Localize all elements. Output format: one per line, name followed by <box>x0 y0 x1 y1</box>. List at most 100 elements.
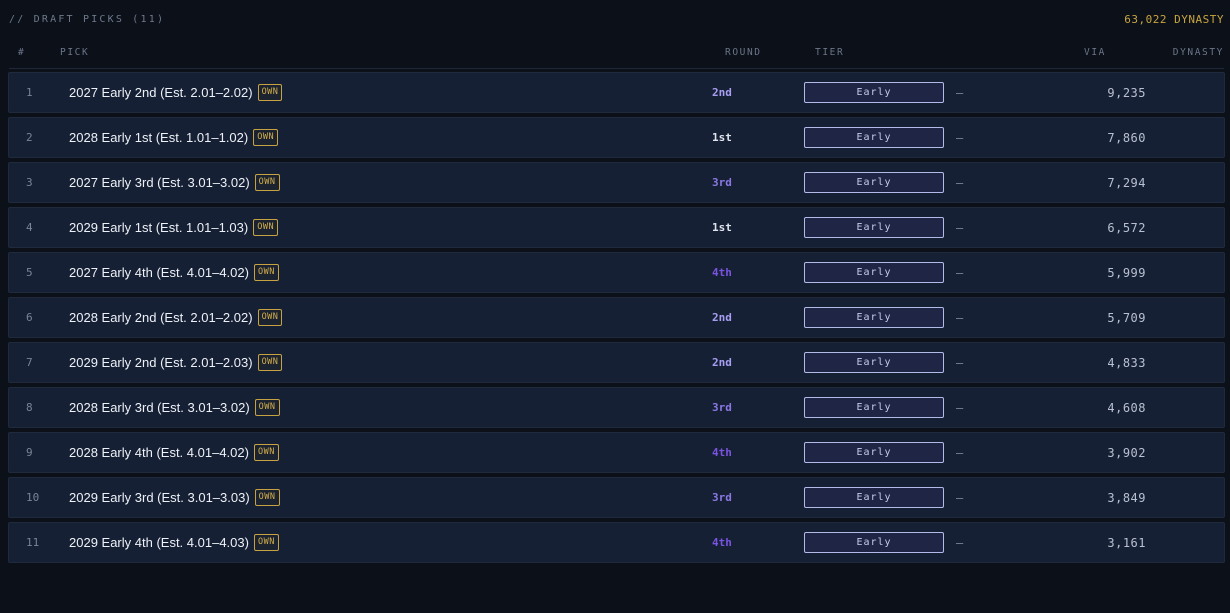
tier-badge[interactable]: Early <box>804 442 944 463</box>
via-value: — <box>956 310 964 325</box>
table-row[interactable]: 6 2028 Early 2nd (Est. 2.01–2.02) OWN 2nd Ea… <box>8 297 1225 338</box>
table-row[interactable]: 9 2028 Early 4th (Est. 4.01–4.02) OWN 4th Ea… <box>8 432 1225 473</box>
pick-name[interactable]: 2029 Early 3rd (Est. 3.01–3.03) <box>69 490 250 505</box>
tier-badge[interactable]: Early <box>804 487 944 508</box>
pick-cell: 2027 Early 4th (Est. 4.01–4.02) OWN <box>69 253 279 292</box>
pick-name[interactable]: 2029 Early 2nd (Est. 2.01–2.03) <box>69 355 253 370</box>
round-label: 2nd <box>712 356 732 369</box>
column-header-tier[interactable]: TIER <box>815 47 844 58</box>
tier-badge[interactable]: Early <box>804 82 944 103</box>
own-badge: OWN <box>257 354 283 371</box>
round-label: 4th <box>712 266 732 279</box>
via-value: — <box>956 220 964 235</box>
pick-cell: 2029 Early 4th (Est. 4.01–4.03) OWN <box>69 523 279 562</box>
tier-badge[interactable]: Early <box>804 217 944 238</box>
tier-cell: Early <box>804 388 944 427</box>
draft-picks-list: 1 2027 Early 2nd (Est. 2.01–2.02) OWN 2nd Ea… <box>8 72 1225 567</box>
via-value: — <box>956 265 964 280</box>
tier-badge[interactable]: Early <box>804 307 944 328</box>
pick-number: 6 <box>26 311 33 324</box>
tier-cell: Early <box>804 73 944 112</box>
own-badge: OWN <box>253 129 279 146</box>
pick-name[interactable]: 2028 Early 1st (Est. 1.01–1.02) <box>69 130 248 145</box>
pick-name[interactable]: 2029 Early 4th (Est. 4.01–4.03) <box>69 535 249 550</box>
tier-badge[interactable]: Early <box>804 352 944 373</box>
round-label: 4th <box>712 446 732 459</box>
pick-name[interactable]: 2028 Early 4th (Est. 4.01–4.02) <box>69 445 249 460</box>
table-row[interactable]: 8 2028 Early 3rd (Est. 3.01–3.02) OWN 3rd Ea… <box>8 387 1225 428</box>
dynasty-value: 7,860 <box>1107 130 1146 145</box>
column-header-num[interactable]: # <box>18 47 25 58</box>
own-badge: OWN <box>257 84 283 101</box>
pick-number: 2 <box>26 131 33 144</box>
tier-badge[interactable]: Early <box>804 262 944 283</box>
own-badge: OWN <box>254 489 280 506</box>
pick-number: 4 <box>26 221 33 234</box>
table-row[interactable]: 7 2029 Early 2nd (Est. 2.01–2.03) OWN 2nd Ea… <box>8 342 1225 383</box>
own-badge: OWN <box>253 534 279 551</box>
table-row[interactable]: 10 2029 Early 3rd (Est. 3.01–3.03) OWN 3rd E… <box>8 477 1225 518</box>
table-row[interactable]: 3 2027 Early 3rd (Est. 3.01–3.02) OWN 3rd Ea… <box>8 162 1225 203</box>
via-value: — <box>956 85 964 100</box>
tier-badge[interactable]: Early <box>804 397 944 418</box>
tier-cell: Early <box>804 523 944 562</box>
table-row[interactable]: 4 2029 Early 1st (Est. 1.01–1.03) OWN 1st Ea… <box>8 207 1225 248</box>
dynasty-value: 3,902 <box>1107 445 1146 460</box>
table-header: # PICK ROUND TIER VIA DYNASTY <box>9 44 1224 69</box>
pick-cell: 2027 Early 2nd (Est. 2.01–2.02) OWN <box>69 73 283 112</box>
pick-number: 1 <box>26 86 33 99</box>
pick-name[interactable]: 2027 Early 4th (Est. 4.01–4.02) <box>69 265 249 280</box>
pick-number: 10 <box>26 491 40 504</box>
tier-cell: Early <box>804 163 944 202</box>
via-value: — <box>956 445 964 460</box>
own-badge: OWN <box>253 444 279 461</box>
tier-cell: Early <box>804 343 944 382</box>
pick-number: 7 <box>26 356 33 369</box>
dynasty-value: 3,161 <box>1107 535 1146 550</box>
column-header-pick[interactable]: PICK <box>60 47 89 58</box>
dynasty-value: 3,849 <box>1107 490 1146 505</box>
tier-cell: Early <box>804 118 944 157</box>
pick-name[interactable]: 2028 Early 2nd (Est. 2.01–2.02) <box>69 310 253 325</box>
pick-name[interactable]: 2029 Early 1st (Est. 1.01–1.03) <box>69 220 248 235</box>
tier-badge[interactable]: Early <box>804 127 944 148</box>
dynasty-total: 63,022 DYNASTY <box>1124 13 1224 26</box>
dynasty-value: 5,709 <box>1107 310 1146 325</box>
tier-badge[interactable]: Early <box>804 532 944 553</box>
dynasty-value: 7,294 <box>1107 175 1146 190</box>
section-header: // DRAFT PICKS (11) 63,022 DYNASTY <box>9 13 1224 28</box>
tier-cell: Early <box>804 253 944 292</box>
pick-cell: 2029 Early 1st (Est. 1.01–1.03) OWN <box>69 208 279 247</box>
round-label: 4th <box>712 536 732 549</box>
via-value: — <box>956 355 964 370</box>
tier-badge[interactable]: Early <box>804 172 944 193</box>
pick-cell: 2028 Early 2nd (Est. 2.01–2.02) OWN <box>69 298 283 337</box>
pick-cell: 2027 Early 3rd (Est. 3.01–3.02) OWN <box>69 163 280 202</box>
column-header-via[interactable]: VIA <box>1084 47 1106 58</box>
pick-name[interactable]: 2027 Early 2nd (Est. 2.01–2.02) <box>69 85 253 100</box>
pick-number: 5 <box>26 266 33 279</box>
column-header-round[interactable]: ROUND <box>725 47 762 58</box>
via-value: — <box>956 535 964 550</box>
round-label: 2nd <box>712 311 732 324</box>
table-row[interactable]: 5 2027 Early 4th (Est. 4.01–4.02) OWN 4th Ea… <box>8 252 1225 293</box>
dynasty-value: 6,572 <box>1107 220 1146 235</box>
via-value: — <box>956 490 964 505</box>
column-header-dynasty[interactable]: DYNASTY <box>1173 47 1224 58</box>
dynasty-value: 9,235 <box>1107 85 1146 100</box>
table-row[interactable]: 2 2028 Early 1st (Est. 1.01–1.02) OWN 1st Ea… <box>8 117 1225 158</box>
dynasty-value: 4,833 <box>1107 355 1146 370</box>
tier-cell: Early <box>804 433 944 472</box>
dynasty-value: 4,608 <box>1107 400 1146 415</box>
pick-number: 8 <box>26 401 33 414</box>
round-label: 2nd <box>712 86 732 99</box>
table-row[interactable]: 1 2027 Early 2nd (Est. 2.01–2.02) OWN 2nd Ea… <box>8 72 1225 113</box>
own-badge: OWN <box>257 309 283 326</box>
pick-cell: 2028 Early 3rd (Est. 3.01–3.02) OWN <box>69 388 280 427</box>
table-row[interactable]: 11 2029 Early 4th (Est. 4.01–4.03) OWN 4th E… <box>8 522 1225 563</box>
round-label: 3rd <box>712 491 732 504</box>
tier-cell: Early <box>804 208 944 247</box>
pick-cell: 2029 Early 2nd (Est. 2.01–2.03) OWN <box>69 343 283 382</box>
pick-name[interactable]: 2028 Early 3rd (Est. 3.01–3.02) <box>69 400 250 415</box>
pick-name[interactable]: 2027 Early 3rd (Est. 3.01–3.02) <box>69 175 250 190</box>
